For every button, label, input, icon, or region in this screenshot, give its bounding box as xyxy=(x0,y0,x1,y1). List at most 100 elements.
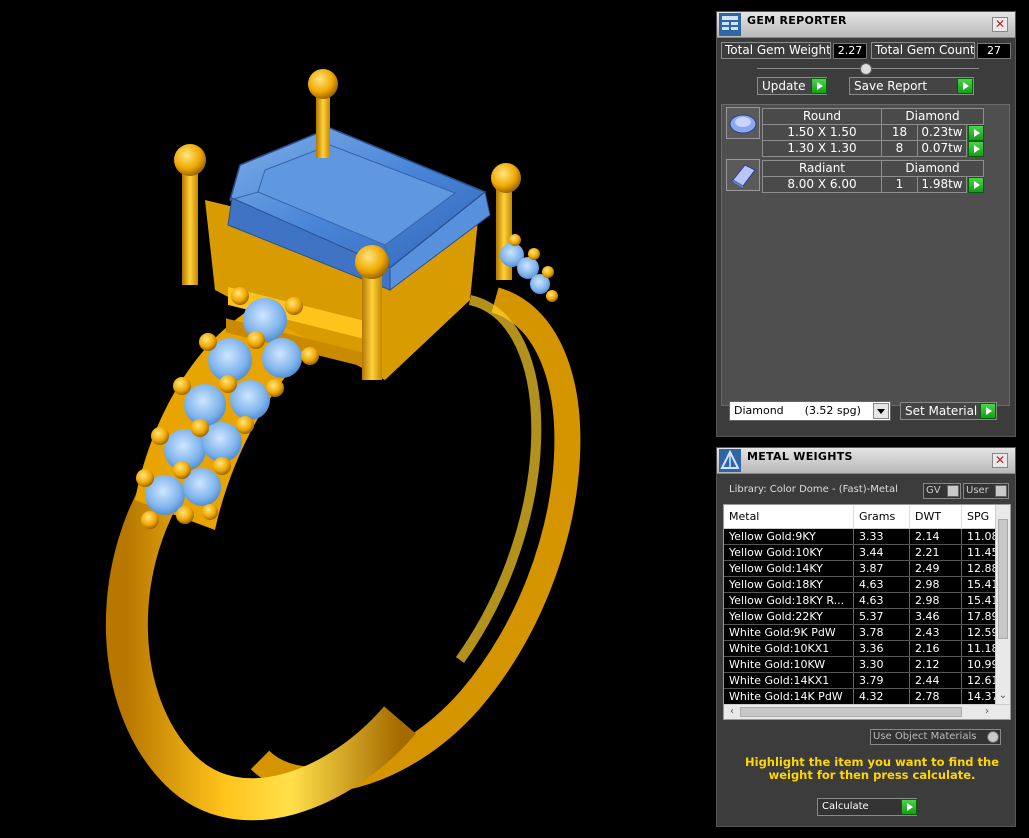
grams-cell: 4.32 xyxy=(854,689,910,704)
metal-name-cell: White Gold:10KX1 xyxy=(724,641,854,656)
round-gem-icon[interactable] xyxy=(726,107,760,139)
gem-weight[interactable]: 0.23tw xyxy=(917,124,967,141)
radiant-gem-icon[interactable] xyxy=(726,159,760,191)
metal-weights-titlebar[interactable]: METAL WEIGHTS ✕ xyxy=(717,448,1015,474)
vertical-scroll-thumb[interactable] xyxy=(998,519,1008,639)
3d-viewport[interactable] xyxy=(0,0,712,838)
grams-cell: 3.78 xyxy=(854,625,910,640)
gem-material[interactable]: Diamond xyxy=(881,108,984,125)
gem-shape[interactable]: Radiant xyxy=(762,160,882,177)
gem-count[interactable]: 8 xyxy=(881,140,918,157)
calculate-go-icon[interactable] xyxy=(901,799,917,815)
metal-name-cell: Yellow Gold:14KY xyxy=(724,561,854,576)
dwt-cell: 2.78 xyxy=(910,689,962,704)
column-header-grams[interactable]: Grams xyxy=(854,505,910,529)
gem-size[interactable]: 1.30 X 1.30 xyxy=(762,140,882,157)
metal-weight-row[interactable]: Yellow Gold:18KY R... 4.63 2.98 15.41 xyxy=(724,593,1002,609)
grams-cell: 5.37 xyxy=(854,609,910,624)
gem-size[interactable]: 1.50 X 1.50 xyxy=(762,124,882,141)
prong-front xyxy=(362,265,382,380)
horizontal-scroll-thumb[interactable] xyxy=(740,707,962,717)
column-header-metal[interactable]: Metal xyxy=(724,505,854,529)
horizontal-scrollbar[interactable]: ‹ › xyxy=(724,704,1010,719)
prong-left xyxy=(182,165,198,285)
gem-reporter-title: GEM REPORTER xyxy=(747,14,847,27)
save-report-button[interactable]: Save Report xyxy=(849,77,974,95)
slider-knob-icon[interactable] xyxy=(860,63,872,75)
metal-weight-row[interactable]: Yellow Gold:14KY 3.87 2.49 12.88 xyxy=(724,561,1002,577)
column-header-dwt[interactable]: DWT xyxy=(910,505,962,529)
gem-weight[interactable]: 1.98tw xyxy=(917,176,967,193)
metal-name-cell: Yellow Gold:18KY xyxy=(724,577,854,592)
metal-name-cell: Yellow Gold:22KY xyxy=(724,609,854,624)
gem-row-go-icon[interactable] xyxy=(968,141,984,157)
metal-name-cell: Yellow Gold:18KY R... xyxy=(724,593,854,608)
metal-weight-row[interactable]: Yellow Gold:10KY 3.44 2.21 11.45 xyxy=(724,545,1002,561)
gem-shape[interactable]: Round xyxy=(762,108,882,125)
material-select-value: Diamond (3.52 spg) xyxy=(734,404,861,417)
gem-list: Round Diamond 1.50 X 1.50 18 0.23tw 1.30… xyxy=(721,104,1010,406)
metal-weights-close-button[interactable]: ✕ xyxy=(992,453,1008,468)
save-report-go-icon[interactable] xyxy=(957,78,973,94)
user-toggle-label: User xyxy=(966,485,989,496)
dwt-cell: 2.14 xyxy=(910,529,962,544)
vertical-scrollbar[interactable]: ⌄ xyxy=(995,505,1010,705)
dwt-cell: 2.21 xyxy=(910,545,962,560)
chevron-down-icon[interactable] xyxy=(873,403,889,419)
metal-name-cell: Yellow Gold:9KY xyxy=(724,529,854,544)
grams-cell: 3.87 xyxy=(854,561,910,576)
gem-material[interactable]: Diamond xyxy=(881,160,984,177)
gem-size[interactable]: 8.00 X 6.00 xyxy=(762,176,882,193)
metal-weight-row[interactable]: White Gold:10KX1 3.36 2.16 11.18 xyxy=(724,641,1002,657)
grams-cell: 4.63 xyxy=(854,593,910,608)
grams-cell: 3.44 xyxy=(854,545,910,560)
gem-count[interactable]: 1 xyxy=(881,176,918,193)
gem-report-icon xyxy=(719,13,741,36)
update-go-icon[interactable] xyxy=(811,78,827,94)
scroll-left-icon[interactable]: ‹ xyxy=(725,705,739,719)
metal-weights-table[interactable]: Metal Grams DWT SPG Yellow Gold:9KY 3.33 2… xyxy=(723,504,1011,720)
user-toggle[interactable]: User xyxy=(963,483,1009,499)
dwt-cell: 3.46 xyxy=(910,609,962,624)
grams-cell: 3.33 xyxy=(854,529,910,544)
metal-name-cell: White Gold:9K PdW xyxy=(724,625,854,640)
metal-weight-row[interactable]: Yellow Gold:22KY 5.37 3.46 17.89 xyxy=(724,609,1002,625)
gem-reporter-titlebar[interactable]: GEM REPORTER ✕ xyxy=(717,12,1015,38)
dwt-cell: 2.16 xyxy=(910,641,962,656)
dwt-cell: 2.12 xyxy=(910,657,962,672)
dwt-cell: 2.98 xyxy=(910,593,962,608)
scroll-right-icon[interactable]: › xyxy=(980,705,994,719)
gem-row-go-icon[interactable] xyxy=(968,177,984,193)
total-gem-weight-value: 2.27 xyxy=(833,43,867,59)
set-material-go-icon[interactable] xyxy=(980,403,996,419)
dwt-cell: 2.98 xyxy=(910,577,962,592)
metal-dome-icon xyxy=(719,449,741,472)
gv-toggle-label: GV xyxy=(926,485,941,496)
scroll-down-icon[interactable]: ⌄ xyxy=(996,689,1010,703)
gem-weight[interactable]: 0.07tw xyxy=(917,140,967,157)
gem-reporter-panel: GEM REPORTER ✕ Total Gem Weight 2.27 Tot… xyxy=(716,11,1016,437)
metal-weight-row[interactable]: White Gold:9K PdW 3.78 2.43 12.59 xyxy=(724,625,1002,641)
metal-weight-row[interactable]: Yellow Gold:9KY 3.33 2.14 11.08 xyxy=(724,529,1002,545)
ring-render xyxy=(105,69,581,821)
dwt-cell: 2.49 xyxy=(910,561,962,576)
gem-count[interactable]: 18 xyxy=(881,124,918,141)
total-gem-count-label: Total Gem Count xyxy=(871,42,975,59)
gem-row-go-icon[interactable] xyxy=(968,125,984,141)
metal-weight-row[interactable]: White Gold:14K PdW 4.32 2.78 14.37 xyxy=(724,689,1002,705)
metal-name-cell: White Gold:14KX1 xyxy=(724,673,854,688)
dwt-cell: 2.44 xyxy=(910,673,962,688)
metal-weight-row[interactable]: White Gold:10KW 3.30 2.12 10.99 xyxy=(724,657,1002,673)
metal-weight-row[interactable]: White Gold:14KX1 3.79 2.44 12.61 xyxy=(724,673,1002,689)
gv-toggle[interactable]: GV xyxy=(923,483,961,499)
metal-name-cell: White Gold:10KW xyxy=(724,657,854,672)
gem-reporter-close-button[interactable]: ✕ xyxy=(992,17,1008,32)
use-object-materials-toggle[interactable]: Use Object Materials xyxy=(870,729,1001,745)
metal-weights-header: Metal Grams DWT SPG xyxy=(724,505,996,529)
metal-name-cell: White Gold:14K PdW xyxy=(724,689,854,704)
metal-weight-row[interactable]: Yellow Gold:18KY 4.63 2.98 15.41 xyxy=(724,577,1002,593)
metal-name-cell: Yellow Gold:10KY xyxy=(724,545,854,560)
use-object-materials-label: Use Object Materials xyxy=(873,731,977,742)
metal-weights-title: METAL WEIGHTS xyxy=(747,450,853,463)
material-select[interactable]: Diamond (3.52 spg) xyxy=(729,401,891,421)
